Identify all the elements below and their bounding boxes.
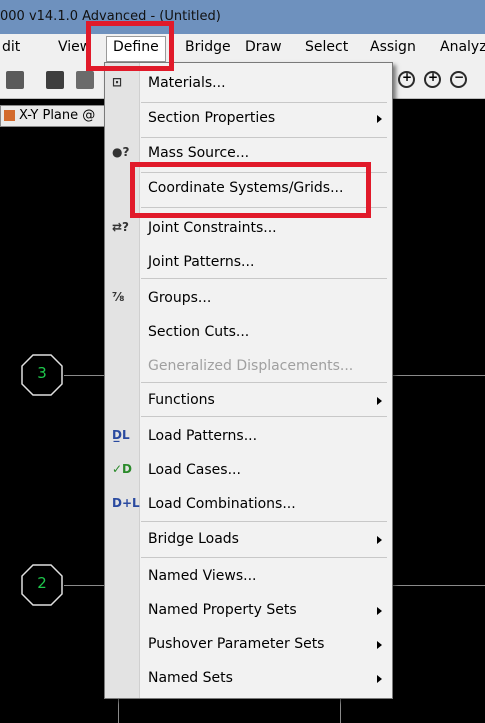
define-dropdown-menu: ⊡ Materials... Section Properties ●? Mas…: [104, 62, 393, 699]
menu-item-bridge-loads[interactable]: Bridge Loads: [105, 523, 392, 557]
groups-icon: ⅞: [112, 290, 125, 304]
grid-bubble-2[interactable]: 2: [20, 563, 64, 607]
load-patterns-icon: D̲L: [112, 428, 130, 442]
zoom-in-icon[interactable]: +: [398, 70, 415, 88]
menu-separator: [141, 382, 387, 383]
menu-item-load-combinations[interactable]: D+L Load Combinations...: [105, 488, 392, 522]
joint-constraints-icon: ⇄?: [112, 220, 130, 234]
menu-separator: [141, 278, 387, 279]
menu-select[interactable]: Select: [305, 39, 348, 55]
open-icon[interactable]: [6, 71, 24, 89]
menu-item-section-properties[interactable]: Section Properties: [105, 102, 392, 136]
view-icon: [4, 110, 15, 121]
menu-item-generalized-displacements: Generalized Displacements...: [148, 358, 354, 374]
menu-item-load-cases[interactable]: ✓D Load Cases...: [105, 454, 392, 488]
menu-item-section-cuts[interactable]: Section Cuts...: [105, 316, 392, 350]
menu-item-materials[interactable]: ⊡ Materials...: [105, 67, 392, 101]
menu-edit[interactable]: dit: [2, 39, 20, 55]
view-tab-label: X-Y Plane @: [19, 108, 96, 123]
print-icon[interactable]: [76, 71, 94, 89]
load-combinations-icon: D+L: [112, 496, 140, 510]
menu-separator: [141, 521, 387, 522]
grid-line-vertical-left: [118, 696, 119, 723]
zoom-in-step-icon[interactable]: +: [424, 70, 441, 88]
grid-bubble-label: 3: [37, 364, 47, 382]
view-window-tab[interactable]: X-Y Plane @: [0, 105, 112, 127]
menu-item-named-property-sets[interactable]: Named Property Sets: [105, 594, 392, 628]
menu-assign[interactable]: Assign: [370, 39, 416, 55]
menu-draw[interactable]: Draw: [245, 39, 282, 55]
save-icon[interactable]: [46, 71, 64, 89]
grid-bubble-3[interactable]: 3: [20, 353, 64, 397]
menu-item-named-views[interactable]: Named Views...: [105, 560, 392, 594]
menu-item-named-sets[interactable]: Named Sets: [105, 662, 392, 696]
menu-item-pushover-parameter-sets[interactable]: Pushover Parameter Sets: [105, 628, 392, 662]
highlight-box-coordinate-systems: [130, 162, 371, 218]
highlight-box-define: [86, 21, 174, 71]
submenu-arrow-icon: [377, 641, 382, 649]
materials-icon: ⊡: [112, 75, 123, 89]
grid-bubble-label: 2: [37, 574, 47, 592]
menu-analyze[interactable]: Analyz: [440, 39, 485, 55]
menu-item-joint-patterns[interactable]: Joint Patterns...: [105, 246, 392, 280]
title-bar: 000 v14.1.0 Advanced - (Untitled): [0, 0, 485, 34]
mass-source-icon: ●?: [112, 145, 130, 159]
menu-bridge[interactable]: Bridge: [185, 39, 231, 55]
submenu-arrow-icon: [377, 115, 382, 123]
submenu-arrow-icon: [377, 536, 382, 544]
menu-item-functions[interactable]: Functions: [105, 384, 392, 418]
load-cases-icon: ✓D: [112, 462, 133, 476]
submenu-arrow-icon: [377, 607, 382, 615]
submenu-arrow-icon: [377, 675, 382, 683]
menu-separator: [141, 416, 387, 417]
submenu-arrow-icon: [377, 397, 382, 405]
zoom-out-icon[interactable]: −: [450, 70, 467, 88]
menu-item-load-patterns[interactable]: D̲L Load Patterns...: [105, 420, 392, 454]
menu-separator: [141, 557, 387, 558]
menu-item-groups[interactable]: ⅞ Groups...: [105, 282, 392, 316]
menu-bar: dit View Define Bridge Draw Select Assig…: [0, 34, 485, 63]
